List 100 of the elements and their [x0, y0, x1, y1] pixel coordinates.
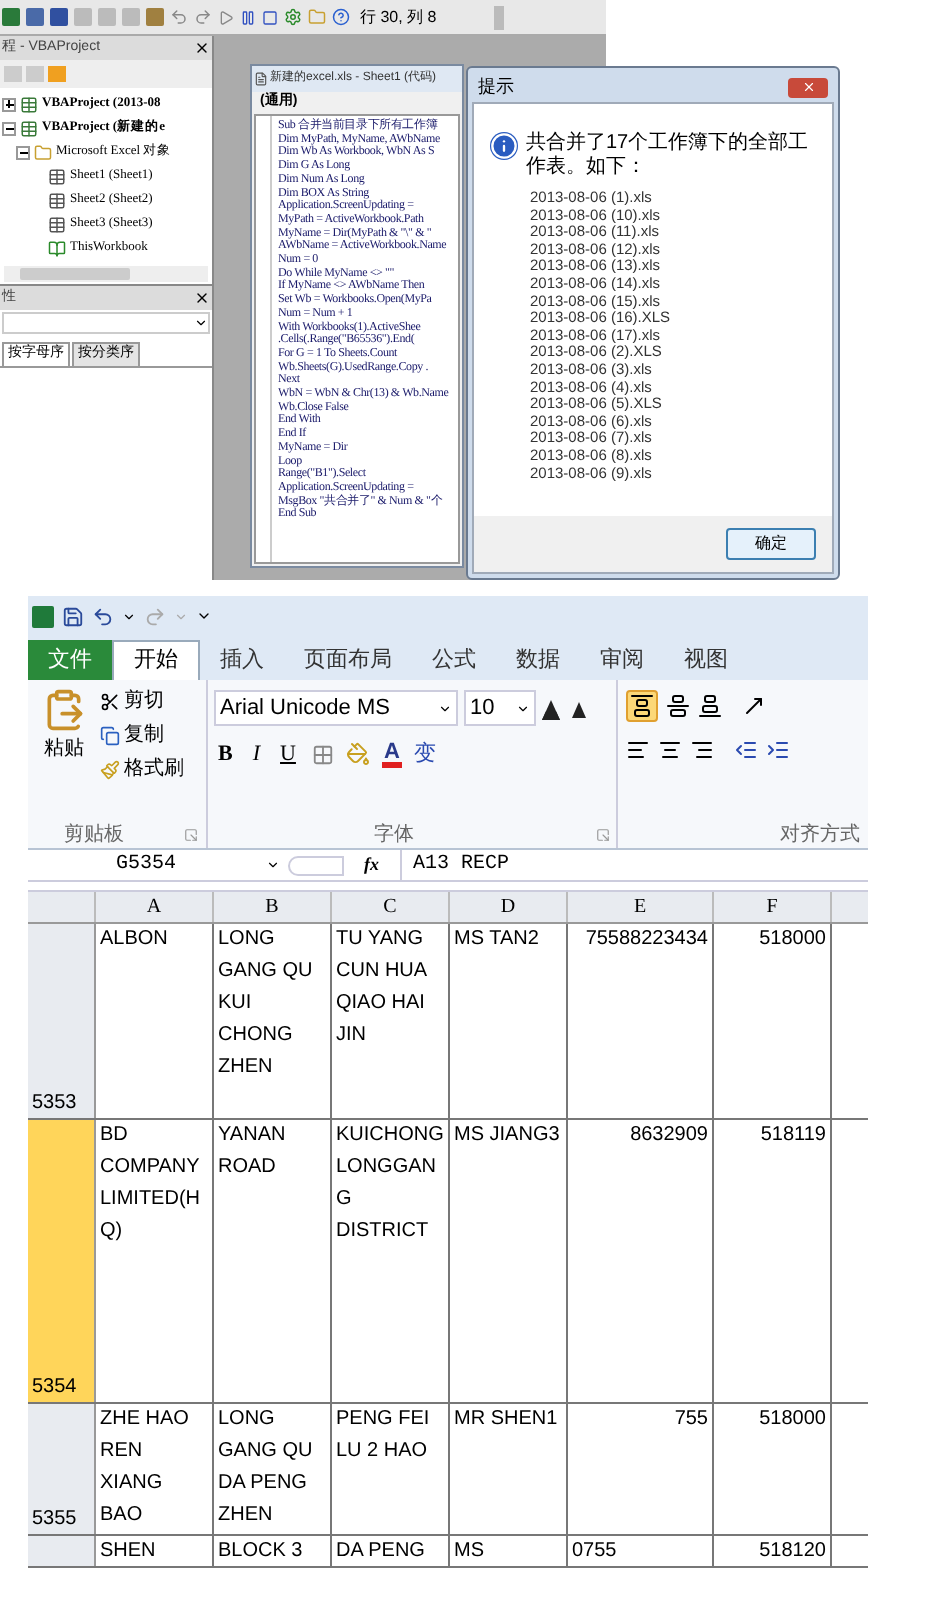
bottom-align-icon[interactable]: [698, 694, 722, 718]
redo-icon[interactable]: [194, 8, 212, 26]
ribbon-tab[interactable]: 公式: [412, 640, 496, 680]
font-color-button[interactable]: A: [381, 741, 402, 768]
cut-button[interactable]: 剪切: [100, 686, 184, 716]
format-painter-button[interactable]: 格式刷: [100, 754, 184, 784]
undo-icon[interactable]: [92, 605, 114, 627]
dialog-launcher-icon[interactable]: [596, 827, 610, 841]
column-header[interactable]: A: [96, 892, 214, 922]
toolbar-handle: [494, 5, 504, 29]
ok-button[interactable]: 确定: [726, 528, 816, 560]
orientation-icon[interactable]: [742, 694, 766, 718]
paintbrush-icon: [100, 759, 120, 779]
table-cell-text: 0755: [572, 1538, 619, 1566]
collapse-toggle[interactable]: [16, 145, 30, 159]
phonetic-guide-button[interactable]: 变: [413, 738, 436, 771]
group-label: 对齐方式: [780, 821, 860, 849]
stop-icon[interactable]: [262, 9, 278, 25]
project-icon: [20, 95, 38, 113]
ribbon-tab[interactable]: 审阅: [580, 640, 664, 680]
undo-icon[interactable]: [170, 8, 188, 26]
middle-align-icon[interactable]: [666, 694, 690, 718]
table-cell-text: YANAN ROAD: [218, 1122, 288, 1182]
close-icon[interactable]: [194, 290, 210, 306]
table-cell-text: ALBON: [100, 926, 170, 954]
ribbon-tab[interactable]: 开始: [112, 640, 200, 680]
scissors-icon: [100, 691, 120, 711]
table-cell-text: MS TAN2: [454, 926, 541, 954]
info-icon: [490, 132, 518, 160]
project-explorer-icon[interactable]: [308, 8, 326, 26]
dialog-title: 提示: [478, 73, 514, 100]
align-center-icon[interactable]: [658, 738, 682, 762]
table-cell-text: MS JIANG3: [454, 1122, 562, 1150]
caret-icon: [438, 701, 452, 715]
increase-indent-icon[interactable]: [766, 738, 790, 762]
collapse-toggle[interactable]: [2, 121, 16, 135]
row-header[interactable]: 5353: [28, 924, 96, 1118]
run-icon[interactable]: [218, 9, 234, 25]
design-mode-icon[interactable]: [284, 8, 302, 26]
paste-button[interactable]: 粘贴: [28, 686, 100, 820]
table-cell-text: ZHE HAO REN XIANG BAO: [100, 1406, 191, 1530]
align-right-icon[interactable]: [690, 738, 714, 762]
name-box[interactable]: G5354: [28, 850, 288, 880]
align-left-icon[interactable]: [626, 738, 650, 762]
close-button[interactable]: [788, 77, 828, 97]
close-icon: [801, 80, 815, 94]
formula-field[interactable]: A13 RECP: [399, 850, 868, 880]
borders-icon[interactable]: [311, 743, 334, 766]
ribbon-tab[interactable]: 文件: [28, 640, 112, 680]
folder-icon: [34, 143, 52, 161]
ribbon-tab[interactable]: 数据: [496, 640, 580, 680]
caret-icon: [266, 858, 280, 872]
table-cell-text: 518120: [757, 1538, 826, 1566]
group-label: 剪贴板: [62, 821, 124, 849]
sheet-icon: [48, 191, 66, 209]
caret-icon: [194, 316, 208, 330]
row-header[interactable]: 5355: [28, 1404, 96, 1534]
decrease-indent-icon[interactable]: [734, 738, 758, 762]
bold-button[interactable]: B: [214, 738, 237, 771]
caret-icon[interactable]: [122, 609, 136, 623]
column-header[interactable]: B: [214, 892, 332, 922]
close-icon[interactable]: [194, 40, 210, 56]
cursor-position: 行 30, 列 8: [360, 5, 437, 29]
table-cell-text: 518000: [757, 926, 826, 954]
ribbon-tab[interactable]: 插入: [200, 640, 284, 680]
expand-toggle[interactable]: [2, 97, 16, 111]
dialog-launcher-icon[interactable]: [184, 827, 198, 841]
sheet-icon: [48, 215, 66, 233]
top-align-button[interactable]: [626, 690, 658, 722]
font-size-field[interactable]: 10: [464, 690, 536, 726]
row-header[interactable]: 5354: [28, 1120, 96, 1402]
redo-icon[interactable]: [144, 605, 166, 627]
ribbon-tab[interactable]: 页面布局: [284, 640, 412, 680]
underline-button[interactable]: U: [276, 738, 300, 771]
table-cell-text: 75588223434: [583, 926, 708, 954]
table-cell-text: 755: [672, 1406, 708, 1434]
customize-toolbar-icon[interactable]: [196, 608, 212, 624]
code-window-icon: [254, 72, 268, 86]
italic-button[interactable]: I: [248, 738, 265, 771]
row-header[interactable]: [28, 1536, 96, 1566]
copy-button[interactable]: 复制: [100, 720, 184, 750]
help-icon[interactable]: [332, 8, 350, 26]
caret-icon: [516, 701, 530, 715]
table-cell-text: LONG GANG QU DA PENG ZHEN: [218, 1406, 315, 1530]
pause-icon[interactable]: [240, 9, 256, 25]
table-cell-text: BLOCK 3: [218, 1538, 305, 1566]
group-label: 字体: [374, 821, 414, 849]
ribbon-tab[interactable]: 视图: [664, 640, 748, 680]
column-header[interactable]: C: [332, 892, 450, 922]
insert-function-button[interactable]: fx: [344, 851, 399, 879]
table-cell-text: 518000: [757, 1406, 826, 1434]
column-header[interactable]: F: [714, 892, 832, 922]
table-cell-text: TU YANG CUN HUA QIAO HAI JIN: [336, 926, 429, 1050]
table-cell-text: MS: [454, 1538, 486, 1566]
font-name-field[interactable]: Arial Unicode MS: [214, 690, 458, 726]
table-cell-text: 8632909: [628, 1122, 708, 1150]
column-header[interactable]: E: [568, 892, 714, 922]
column-header[interactable]: D: [450, 892, 568, 922]
table-cell-text: MR SHEN1: [454, 1406, 560, 1434]
fill-color-icon[interactable]: [345, 742, 370, 767]
